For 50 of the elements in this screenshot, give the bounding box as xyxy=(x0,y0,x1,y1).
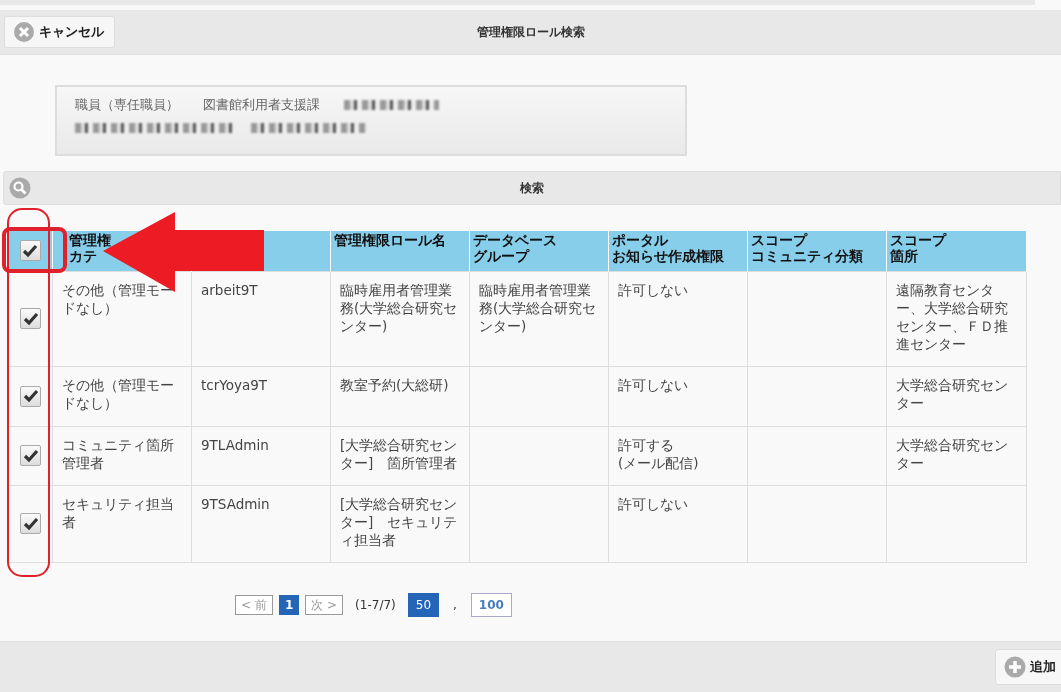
user-info-text: 職員（専任職員） xyxy=(75,96,179,114)
column-header: グループ xyxy=(473,248,529,265)
column-header: 箇所 xyxy=(890,248,918,265)
table-cell: 9TLAdmin xyxy=(201,435,269,454)
table-cell-text: セキュリティ担当者 xyxy=(62,494,175,531)
column-header: スコープ xyxy=(890,233,946,249)
table-cell: tcrYoya9T xyxy=(201,375,268,394)
column-header: 管理権 xyxy=(69,233,111,249)
table-cell-text: 遠隔教育センター、大学総合研究センター、ＦＤ推進センター xyxy=(896,280,1009,354)
column-header: カテ xyxy=(69,248,97,265)
table-cell: 許可しない xyxy=(618,494,688,513)
search-icon xyxy=(9,177,31,199)
table-cell-text: コミュニティ箇所管理者 xyxy=(62,435,175,472)
table-cell: 許可する (メール配信) xyxy=(618,435,699,472)
row-checkbox[interactable] xyxy=(20,385,41,407)
column-header: 管理権限ロール名 xyxy=(334,233,446,249)
plus-icon xyxy=(1004,656,1026,678)
table-cell-text: 臨時雇用者管理業務(大学総合研究センター) xyxy=(479,280,598,336)
table-cell-text: 臨時雇用者管理業務(大学総合研究センター) xyxy=(340,280,459,336)
column-header: コミュニティ分類 xyxy=(751,248,863,265)
column-header: データベース xyxy=(473,233,557,249)
table-cell-text: 大学総合研究センター xyxy=(896,435,1009,472)
page-number-button[interactable]: 1 xyxy=(278,594,300,615)
add-button[interactable]: 追加 xyxy=(995,649,1061,685)
table-cell: 9TSAdmin xyxy=(201,494,270,513)
table-cell-text: [大学総合研究センター] セキュリティ担当者 xyxy=(340,494,459,550)
table-cell-text: 大学総合研究センター xyxy=(896,375,1009,412)
page-title: 管理権限ロール検索 xyxy=(476,25,585,39)
table-cell-text: [大学総合研究センター] 箇所管理者 xyxy=(340,435,459,472)
table-cell: 許可しない xyxy=(618,375,688,394)
column-header: ポータル xyxy=(612,233,668,249)
select-all-checkbox[interactable] xyxy=(19,240,41,262)
column-header: スコープ xyxy=(751,233,807,249)
page-range-text: (1-7/7) xyxy=(355,596,396,614)
row-checkbox[interactable] xyxy=(20,308,41,329)
row-checkbox[interactable] xyxy=(20,513,41,534)
user-info-text: 図書館利用者支援課 xyxy=(203,96,320,114)
search-bar[interactable]: 検索 xyxy=(3,171,1061,205)
close-icon xyxy=(13,21,35,43)
column-header: お知らせ作成権限 xyxy=(612,248,724,265)
cancel-button[interactable]: キャンセル xyxy=(4,16,115,48)
table-cell: 許可しない xyxy=(618,280,688,299)
table-cell-text: その他（管理モードなし） xyxy=(62,375,175,412)
separator-text: , xyxy=(453,596,457,614)
row-checkbox[interactable] xyxy=(20,445,41,466)
search-label: 検索 xyxy=(520,181,544,195)
page-size-option[interactable]: 100 xyxy=(470,592,512,617)
table-cell: arbeit9T xyxy=(201,280,258,299)
page-size-option[interactable]: 50 xyxy=(407,592,440,617)
table-cell: 教室予約(大総研) xyxy=(340,375,449,394)
